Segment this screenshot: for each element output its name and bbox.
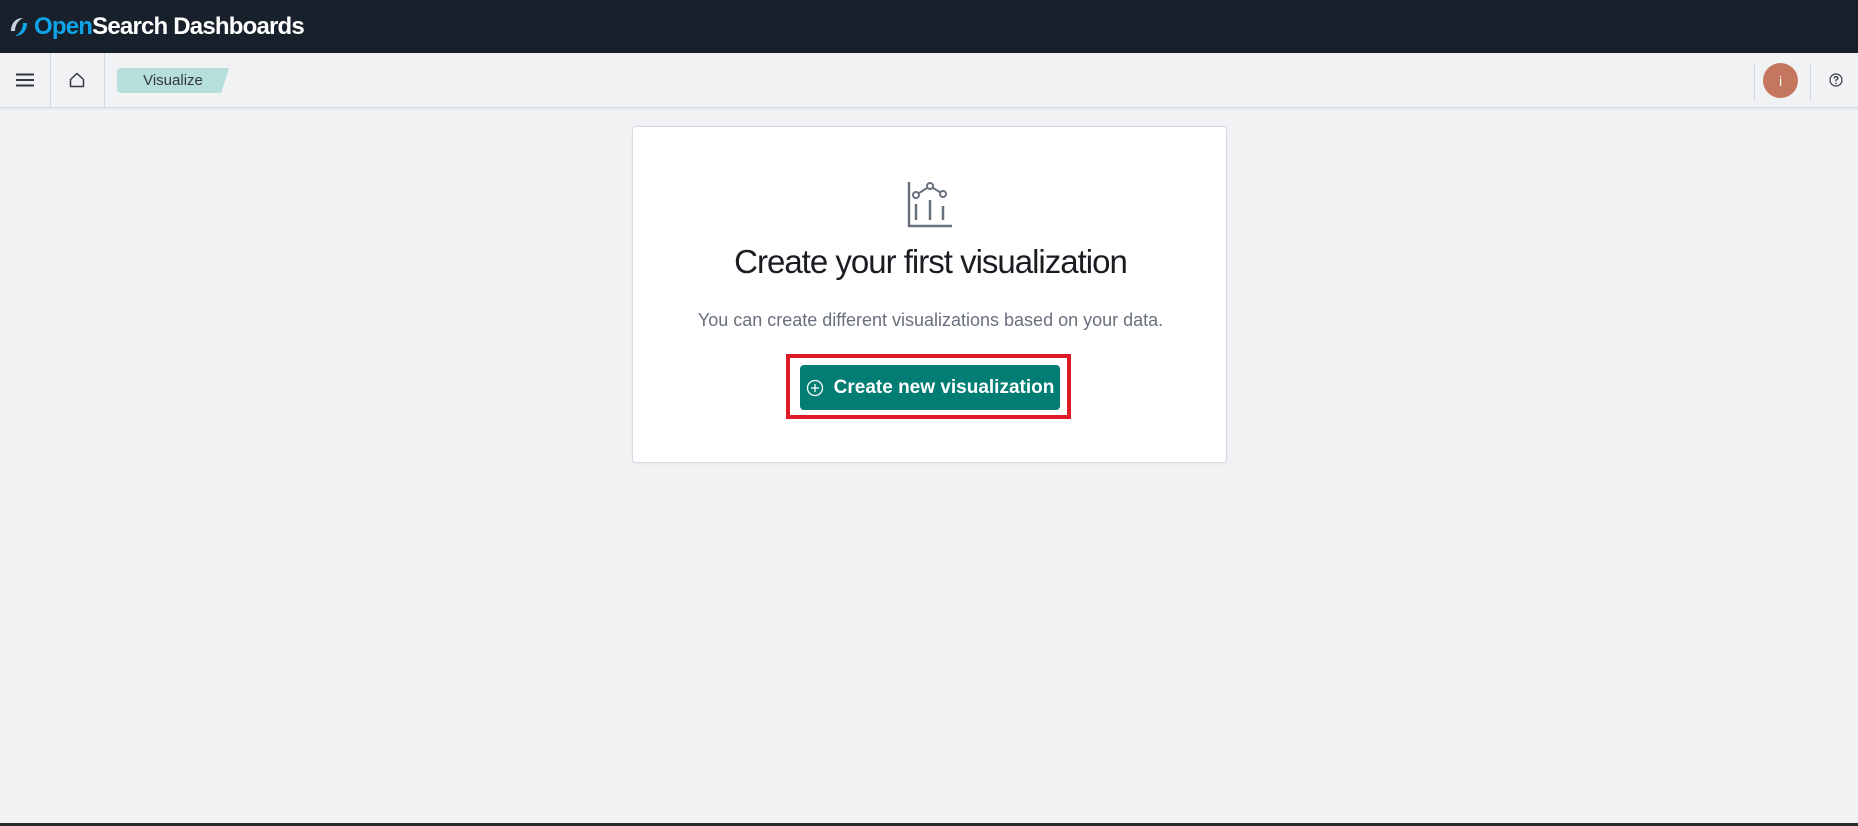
top-navigation-bar: OpenSearch Dashboards bbox=[0, 0, 1858, 53]
home-icon bbox=[69, 72, 85, 88]
empty-state-title: Create your first visualization bbox=[734, 243, 1128, 280]
opensearch-dashboards-logo[interactable]: OpenSearch Dashboards bbox=[7, 0, 305, 53]
logo-text-rest: Search Dashboards bbox=[92, 12, 305, 40]
empty-state-description: You can create different visualizations … bbox=[697, 310, 1164, 330]
plus-in-circle-icon bbox=[806, 379, 823, 396]
main-menu-button[interactable] bbox=[0, 53, 51, 107]
home-button[interactable] bbox=[50, 53, 105, 107]
logo-text-open: Open bbox=[34, 12, 93, 40]
header-divider bbox=[1754, 63, 1755, 101]
breadcrumb-visualize[interactable]: Visualize bbox=[117, 68, 229, 93]
header-divider bbox=[1810, 63, 1811, 101]
empty-state-panel: Create your first visualization You can … bbox=[632, 126, 1227, 463]
create-button-label: Create new visualization bbox=[833, 376, 1055, 398]
logo-text: OpenSearch Dashboards bbox=[34, 12, 305, 40]
secondary-header: Visualize i bbox=[0, 53, 1858, 108]
opensearch-logo-icon bbox=[11, 17, 27, 36]
create-new-visualization-button[interactable]: Create new visualization bbox=[800, 365, 1060, 410]
breadcrumb-label: Visualize bbox=[143, 72, 203, 89]
visualize-app-icon bbox=[907, 182, 952, 228]
help-button[interactable] bbox=[1826, 70, 1846, 90]
user-avatar[interactable]: i bbox=[1763, 63, 1798, 98]
help-icon bbox=[1829, 73, 1843, 87]
hamburger-icon bbox=[16, 73, 34, 87]
